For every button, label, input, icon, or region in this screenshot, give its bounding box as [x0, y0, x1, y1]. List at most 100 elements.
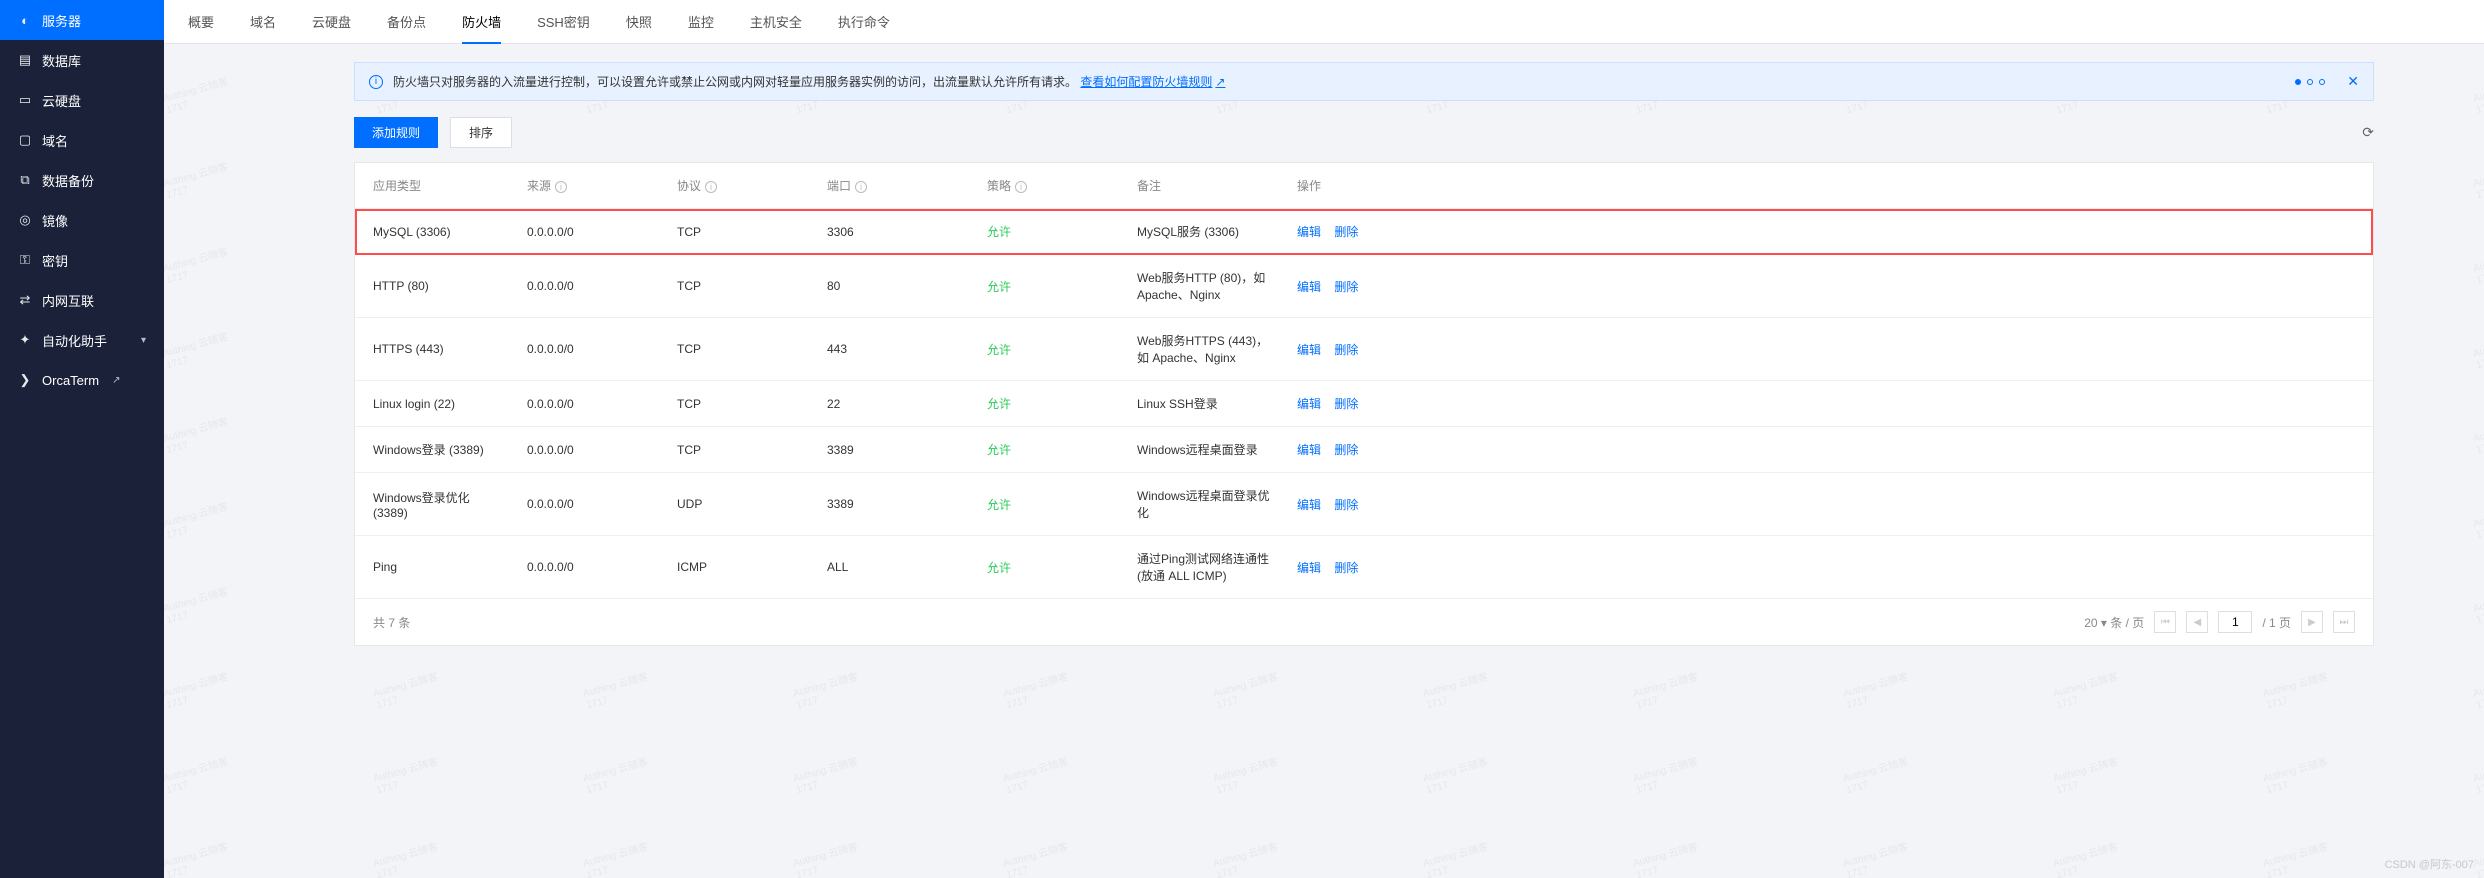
sidebar-item-OrcaTerm[interactable]: ❯OrcaTerm↗ [0, 360, 164, 400]
col-remark: 备注 [1125, 163, 1285, 209]
cell-proto: TCP [665, 255, 815, 318]
next-page-button[interactable]: ▶ [2301, 611, 2323, 633]
sidebar-item-label: 内网互联 [42, 291, 94, 310]
sidebar-item-label: 云硬盘 [42, 91, 81, 110]
cell-op: 编辑 删除 [1285, 209, 2373, 255]
sidebar: ◐服务器▤数据库▭云硬盘▢域名⧉数据备份◎镜像⚿密钥⇄内网互联✦自动化助手▾❯O… [0, 0, 164, 878]
info-icon[interactable]: i [555, 181, 567, 193]
tab-SSH密钥[interactable]: SSH密钥 [537, 0, 590, 44]
tab-快照[interactable]: 快照 [626, 0, 652, 44]
sidebar-item-label: 自动化助手 [42, 331, 107, 350]
delete-link[interactable]: 删除 [1334, 343, 1358, 357]
cell-policy: 允许 [975, 255, 1125, 318]
cell-remark: Linux SSH登录 [1125, 381, 1285, 427]
sidebar-item-云硬盘[interactable]: ▭云硬盘 [0, 80, 164, 120]
page-number-input[interactable] [2218, 611, 2252, 633]
cell-op: 编辑 删除 [1285, 381, 2373, 427]
backup-icon: ⧉ [18, 173, 32, 187]
delete-link[interactable]: 删除 [1334, 225, 1358, 239]
sidebar-item-镜像[interactable]: ◎ 镜像 [0, 200, 164, 240]
sort-button[interactable]: 排序 [450, 117, 512, 148]
cell-port: 3389 [815, 473, 975, 536]
cell-op: 编辑 删除 [1285, 255, 2373, 318]
sidebar-item-label: 镜像 [42, 211, 68, 230]
cell-proto: UDP [665, 473, 815, 536]
alert-text: 防火墙只对服务器的入流量进行控制，可以设置允许或禁止公网或内网对轻量应用服务器实… [393, 73, 1225, 90]
cell-port: 3306 [815, 209, 975, 255]
tab-执行命令[interactable]: 执行命令 [838, 0, 890, 44]
cell-proto: TCP [665, 209, 815, 255]
tab-云硬盘[interactable]: 云硬盘 [312, 0, 351, 44]
cell-remark: Windows远程桌面登录 [1125, 427, 1285, 473]
col-app: 应用类型 [355, 163, 515, 209]
automation-icon: ✦ [18, 333, 32, 347]
tab-域名[interactable]: 域名 [250, 0, 276, 44]
table-row: HTTPS (443) 0.0.0.0/0 TCP 443 允许 Web服务HT… [355, 318, 2373, 381]
delete-link[interactable]: 删除 [1334, 498, 1358, 512]
sidebar-item-自动化助手[interactable]: ✦自动化助手▾ [0, 320, 164, 360]
sidebar-item-域名[interactable]: ▢域名 [0, 120, 164, 160]
delete-link[interactable]: 删除 [1334, 280, 1358, 294]
csdn-watermark: CSDN @阿东-007 [2385, 856, 2474, 872]
tab-备份点[interactable]: 备份点 [387, 0, 426, 44]
sidebar-item-内网互联[interactable]: ⇄内网互联 [0, 280, 164, 320]
alert-pager-dots[interactable] [2295, 79, 2325, 85]
firewall-table: 应用类型 来源i 协议i 端口i 策略i 备注 操作 MySQL (3306) … [355, 163, 2373, 598]
first-page-button[interactable]: ⏮ [2154, 611, 2176, 633]
table-row: HTTP (80) 0.0.0.0/0 TCP 80 允许 Web服务HTTP … [355, 255, 2373, 318]
prev-page-button[interactable]: ◀ [2186, 611, 2208, 633]
edit-link[interactable]: 编辑 [1297, 498, 1321, 512]
cell-op: 编辑 删除 [1285, 536, 2373, 599]
cell-remark: Web服务HTTP (80)，如 Apache、Nginx [1125, 255, 1285, 318]
terminal-icon: ❯ [18, 373, 32, 387]
total-count: 共 7 条 [373, 614, 410, 631]
edit-link[interactable]: 编辑 [1297, 225, 1321, 239]
col-src: 来源i [515, 163, 665, 209]
edit-link[interactable]: 编辑 [1297, 443, 1321, 457]
image-icon: ◎ [18, 213, 32, 227]
alert-close-icon[interactable]: ✕ [2347, 73, 2359, 90]
alert-link[interactable]: 查看如何配置防火墙规则↗ [1080, 73, 1225, 90]
delete-link[interactable]: 删除 [1334, 397, 1358, 411]
cell-src: 0.0.0.0/0 [515, 255, 665, 318]
key-icon: ⚿ [18, 253, 32, 267]
cell-app: HTTP (80) [355, 255, 515, 318]
cell-app: MySQL (3306) [355, 209, 515, 255]
page-size-select[interactable]: 20 ▾ 条 / 页 [2084, 614, 2144, 631]
tab-主机安全[interactable]: 主机安全 [750, 0, 802, 44]
cell-src: 0.0.0.0/0 [515, 473, 665, 536]
sidebar-item-服务器[interactable]: ◐服务器 [0, 0, 164, 40]
info-icon[interactable]: i [1015, 181, 1027, 193]
sidebar-item-label: 密钥 [42, 251, 68, 270]
sidebar-item-label: 服务器 [42, 11, 81, 30]
last-page-button[interactable]: ⏭ [2333, 611, 2355, 633]
info-icon[interactable]: i [705, 181, 717, 193]
tab-bar: 概要域名云硬盘备份点防火墙 SSH密钥快照监控主机安全执行命令 [164, 0, 2484, 44]
tab-概要[interactable]: 概要 [188, 0, 214, 44]
cell-policy: 允许 [975, 473, 1125, 536]
edit-link[interactable]: 编辑 [1297, 343, 1321, 357]
cell-policy: 允许 [975, 381, 1125, 427]
delete-link[interactable]: 删除 [1334, 561, 1358, 575]
edit-link[interactable]: 编辑 [1297, 561, 1321, 575]
edit-link[interactable]: 编辑 [1297, 280, 1321, 294]
edit-link[interactable]: 编辑 [1297, 397, 1321, 411]
tab-防火墙[interactable]: 防火墙 [462, 0, 501, 44]
cell-op: 编辑 删除 [1285, 427, 2373, 473]
sidebar-item-数据库[interactable]: ▤数据库 [0, 40, 164, 80]
table-footer: 共 7 条 20 ▾ 条 / 页 ⏮ ◀ / 1 页 ▶ ⏭ [355, 598, 2373, 645]
refresh-icon[interactable]: ⟳ [2362, 124, 2374, 141]
tab-监控[interactable]: 监控 [688, 0, 714, 44]
delete-link[interactable]: 删除 [1334, 443, 1358, 457]
info-icon[interactable]: i [855, 181, 867, 193]
cell-app: Linux login (22) [355, 381, 515, 427]
cell-policy: 允许 [975, 427, 1125, 473]
col-policy: 策略i [975, 163, 1125, 209]
sidebar-item-密钥[interactable]: ⚿ 密钥 [0, 240, 164, 280]
cell-port: 22 [815, 381, 975, 427]
add-rule-button[interactable]: 添加规则 [354, 117, 438, 148]
sidebar-item-label: 数据备份 [42, 171, 94, 190]
sidebar-item-数据备份[interactable]: ⧉ 数据备份 [0, 160, 164, 200]
cell-op: 编辑 删除 [1285, 318, 2373, 381]
sidebar-item-label: 域名 [42, 131, 68, 150]
